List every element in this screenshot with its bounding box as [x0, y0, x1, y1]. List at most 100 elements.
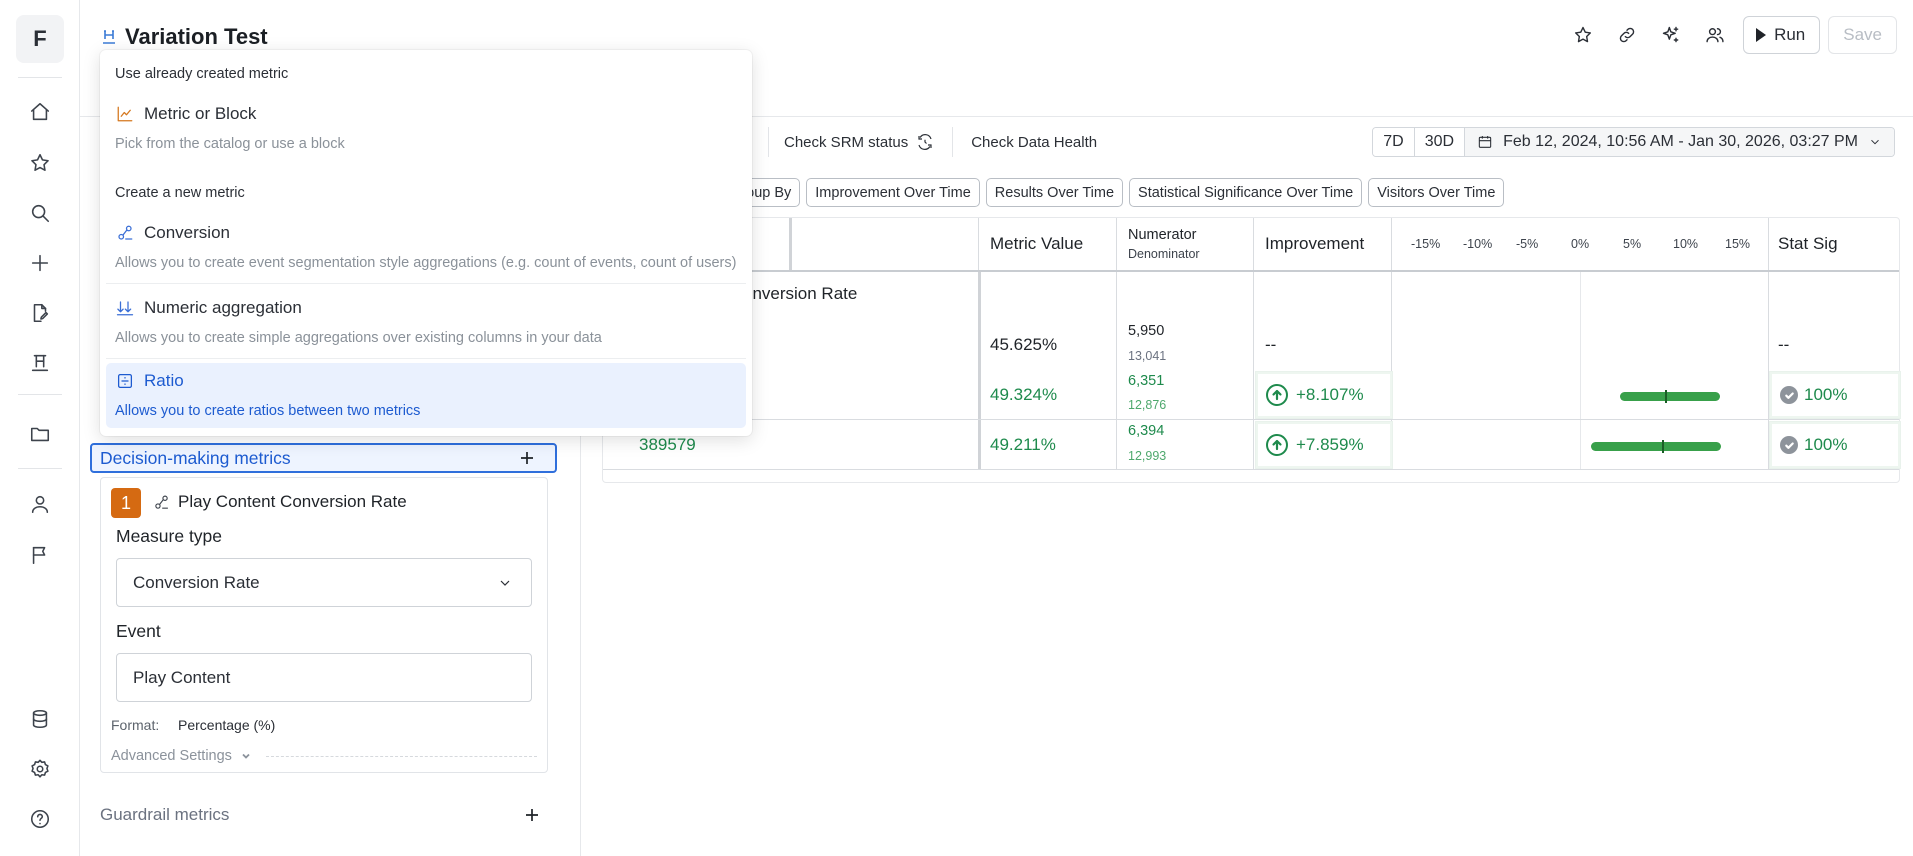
- check-data-health-button[interactable]: Check Data Health: [953, 134, 1115, 151]
- range-7d-button[interactable]: 7D: [1373, 128, 1415, 156]
- column-divider: [978, 270, 981, 470]
- home-icon[interactable]: [24, 96, 56, 128]
- folder-icon[interactable]: [24, 418, 56, 450]
- numerator-value: 6,351: [1128, 373, 1165, 389]
- gear-icon[interactable]: [24, 753, 56, 785]
- refresh-icon: [918, 134, 932, 150]
- add-metric-dropdown: Use already created metric Metric or Blo…: [100, 50, 752, 436]
- chip-stat-sig-over-time[interactable]: Statistical Significance Over Time: [1129, 178, 1363, 207]
- numerator-value: 5,950: [1128, 323, 1165, 339]
- header-stat-sig[interactable]: Stat Sig: [1778, 218, 1838, 270]
- tick-label: 15%: [1725, 237, 1751, 251]
- flask-icon[interactable]: [24, 347, 56, 379]
- user-icon[interactable]: [24, 488, 56, 520]
- tick-label: 10%: [1673, 237, 1699, 251]
- column-divider: [978, 218, 979, 270]
- date-range-picker: 7D 30D Feb 12, 2024, 10:56 AM - Jan 30, …: [1372, 127, 1895, 157]
- numerator-value: 6,394: [1128, 423, 1165, 439]
- calendar-icon: [1478, 136, 1492, 148]
- run-button[interactable]: Run: [1743, 16, 1821, 54]
- zero-line: [1580, 270, 1581, 470]
- menu-divider: [106, 283, 746, 284]
- arrow-up-circle-icon: [1266, 434, 1288, 456]
- metric-value: 49.211%: [990, 435, 1056, 454]
- measure-type-select[interactable]: Conversion Rate: [116, 558, 532, 607]
- stat-sig-cell: 100%: [1769, 371, 1901, 419]
- tick-label: -15%: [1411, 237, 1441, 251]
- rail-divider: [18, 394, 62, 395]
- add-metric-icon[interactable]: [519, 450, 535, 466]
- header-improvement[interactable]: Improvement: [1265, 218, 1364, 270]
- measure-type-label: Measure type: [116, 526, 223, 546]
- column-divider: [1116, 218, 1117, 470]
- menu-item-metric-or-block[interactable]: Metric or Block Pick from the catalog or…: [106, 96, 746, 160]
- advanced-settings-toggle[interactable]: Advanced Settings: [111, 748, 537, 764]
- arrow-up-circle-icon: [1266, 384, 1288, 406]
- save-button[interactable]: Save: [1828, 16, 1897, 54]
- metric-title[interactable]: Play Content Conversion Rate: [153, 492, 407, 512]
- tick-label: 0%: [1571, 237, 1590, 251]
- experiment-icon: [103, 30, 115, 44]
- metric-index-badge: 1: [111, 488, 141, 518]
- divider: [265, 755, 537, 757]
- row-divider: [603, 419, 1899, 420]
- row-divider: [603, 469, 1899, 470]
- menu-item-numeric-aggregation[interactable]: Numeric aggregation Allows you to create…: [106, 290, 746, 356]
- rail-divider: [18, 77, 62, 78]
- favorite-star-icon[interactable]: [1561, 16, 1605, 54]
- add-guardrail-icon[interactable]: [524, 807, 540, 823]
- chart-type-chips: t Group By Improvement Over Time Results…: [700, 178, 1505, 207]
- conversion-icon: [155, 495, 168, 509]
- improvement-cell: +8.107%: [1255, 371, 1393, 419]
- link-icon[interactable]: [1605, 16, 1649, 54]
- confidence-interval-midpoint: [1662, 440, 1665, 453]
- conversion-icon: [118, 225, 133, 240]
- metric-value: 45.625%: [990, 335, 1058, 354]
- header-metric-value[interactable]: Metric Value: [990, 218, 1083, 270]
- app-logo[interactable]: F: [16, 15, 64, 63]
- edit-document-icon[interactable]: [24, 297, 56, 329]
- date-range-dropdown[interactable]: Feb 12, 2024, 10:56 AM - Jan 30, 2026, 0…: [1465, 128, 1894, 156]
- flag-icon[interactable]: [24, 539, 56, 571]
- denominator-value: 12,876: [1128, 398, 1167, 412]
- metric-card: 1 Play Content Conversion Rate Measure t…: [100, 477, 548, 773]
- chevron-down-icon: [500, 580, 510, 586]
- metric-value: 49.324%: [990, 385, 1058, 404]
- chip-visitors-over-time[interactable]: Visitors Over Time: [1368, 178, 1505, 207]
- results-toolbar: Check SRM status Check Data Health: [766, 127, 1115, 157]
- confidence-interval-bar: [1590, 442, 1721, 451]
- guardrail-metrics-header[interactable]: Guardrail metrics: [100, 805, 540, 825]
- users-icon[interactable]: [1693, 16, 1737, 54]
- event-input[interactable]: Play Content: [116, 653, 532, 702]
- range-30d-button[interactable]: 30D: [1414, 128, 1466, 156]
- chip-improvement-over-time[interactable]: Improvement Over Time: [806, 178, 980, 207]
- sort-down-icon: [116, 301, 134, 316]
- menu-divider: [106, 358, 746, 359]
- help-icon[interactable]: [24, 803, 56, 835]
- format-value[interactable]: Percentage (%): [178, 717, 275, 733]
- menu-item-conversion[interactable]: Conversion Allows you to create event se…: [106, 215, 746, 281]
- play-icon: [1756, 28, 1767, 42]
- decision-metrics-header[interactable]: Decision-making metrics: [90, 443, 557, 473]
- check-srm-button[interactable]: Check SRM status: [766, 133, 952, 151]
- rail-divider: [18, 468, 62, 469]
- ratio-icon: [117, 373, 133, 389]
- variant-name[interactable]: 389579: [639, 435, 696, 455]
- section-new-metric: Create a new metric: [115, 185, 245, 201]
- header-actions: Run Save: [1561, 16, 1913, 54]
- header-numerator[interactable]: Numerator Denominator: [1128, 218, 1200, 270]
- chevron-down-icon: [242, 753, 250, 759]
- plus-icon[interactable]: [24, 247, 56, 279]
- stat-sig-value: --: [1778, 335, 1790, 354]
- search-icon[interactable]: [24, 197, 56, 229]
- chip-results-over-time[interactable]: Results Over Time: [985, 178, 1124, 207]
- database-icon[interactable]: [24, 703, 56, 735]
- sparkle-icon[interactable]: [1649, 16, 1693, 54]
- tick-label: -5%: [1516, 237, 1539, 251]
- denominator-value: 13,041: [1128, 349, 1167, 363]
- stat-sig-cell: 100%: [1769, 421, 1901, 469]
- star-icon[interactable]: [24, 147, 56, 179]
- tick-label: 5%: [1623, 237, 1642, 251]
- menu-item-ratio[interactable]: Ratio Allows you to create ratios betwee…: [106, 363, 746, 428]
- column-resize-handle[interactable]: [789, 218, 792, 270]
